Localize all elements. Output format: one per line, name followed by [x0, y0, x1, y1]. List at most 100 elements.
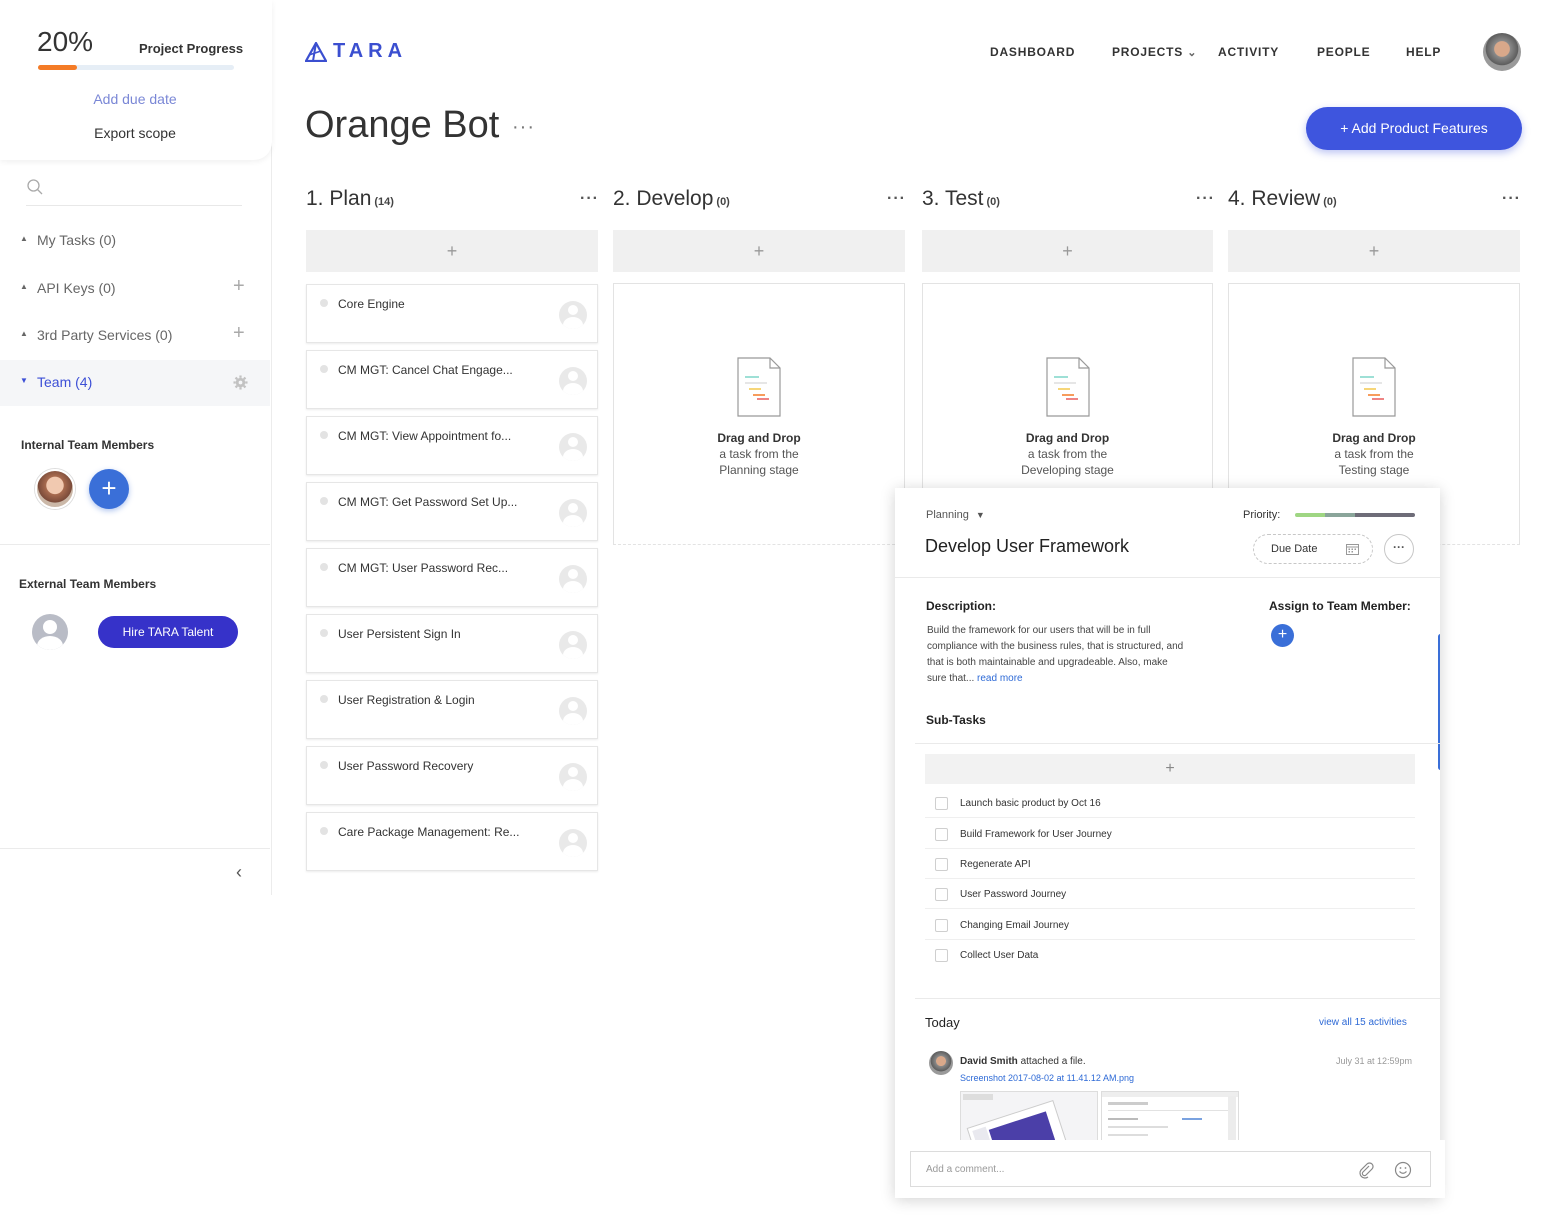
assign-member-button[interactable]: + — [1271, 624, 1294, 647]
task-card[interactable]: User Persistent Sign In — [306, 614, 598, 673]
caret-down-icon: ▼ — [975, 510, 985, 520]
column-menu-button[interactable]: ··· — [1196, 190, 1215, 208]
sidebar-item-team[interactable]: ▼ Team (4) — [0, 360, 270, 406]
task-card[interactable]: CM MGT: Cancel Chat Engage... — [306, 350, 598, 409]
add-task-plan-button[interactable]: + — [306, 230, 598, 272]
column-count: (0) — [986, 196, 1000, 208]
due-date-button[interactable]: Due Date — [1253, 534, 1373, 564]
assignee-avatar[interactable] — [559, 697, 587, 725]
collapse-triangle-icon: ▼ — [20, 376, 28, 385]
sidebar-item-label: API Keys (0) — [37, 280, 116, 296]
sidebar-item-label: Team (4) — [37, 374, 93, 390]
subtask-checkbox[interactable] — [935, 919, 948, 932]
add-service-button[interactable]: + — [233, 322, 245, 345]
expand-triangle-icon: ▲ — [20, 282, 28, 291]
tara-logo[interactable]: TARA — [305, 40, 407, 63]
team-member-avatar[interactable] — [35, 469, 75, 509]
activity-user[interactable]: David Smith — [960, 1056, 1018, 1067]
comment-input[interactable]: Add a comment... — [910, 1151, 1431, 1187]
task-title[interactable]: Develop User Framework — [925, 536, 1129, 557]
user-avatar[interactable] — [1483, 33, 1521, 71]
column-header-plan: 1. Plan (14) — [306, 187, 394, 211]
add-due-date-link[interactable]: Add due date — [0, 91, 270, 107]
assignee-avatar[interactable] — [559, 433, 587, 461]
sidebar-item-my-tasks[interactable]: ▲ My Tasks (0) — [0, 218, 270, 264]
subtask-row[interactable]: Build Framework for User Journey — [925, 819, 1415, 849]
task-card[interactable]: CM MGT: View Appointment fo... — [306, 416, 598, 475]
task-card[interactable]: Core Engine — [306, 284, 598, 343]
external-member-avatar[interactable] — [32, 614, 68, 650]
assignee-avatar[interactable] — [559, 301, 587, 329]
subtask-checkbox[interactable] — [935, 949, 948, 962]
project-menu-button[interactable]: ··· — [512, 116, 535, 139]
assignee-avatar[interactable] — [559, 829, 587, 857]
nav-help[interactable]: HELP — [1406, 45, 1441, 59]
task-card[interactable]: User Registration & Login — [306, 680, 598, 739]
activity-user-avatar[interactable] — [929, 1051, 953, 1075]
task-card[interactable]: User Password Recovery — [306, 746, 598, 805]
assignee-avatar[interactable] — [559, 499, 587, 527]
sidebar-item-api-keys[interactable]: ▲ API Keys (0) + — [0, 266, 270, 312]
hire-tara-talent-button[interactable]: Hire TARA Talent — [98, 616, 238, 648]
attachment-thumbnail[interactable] — [960, 1091, 1098, 1147]
attachment-link[interactable]: Screenshot 2017-08-02 at 11.41.12 AM.png — [960, 1073, 1134, 1083]
task-card-title: CM MGT: View Appointment fo... — [338, 429, 512, 443]
column-menu-button[interactable]: ··· — [580, 190, 599, 208]
add-task-review-button[interactable]: + — [1228, 230, 1520, 272]
nav-dashboard[interactable]: DASHBOARD — [990, 45, 1075, 59]
subtask-row[interactable]: Launch basic product by Oct 16 — [925, 788, 1415, 818]
attachment-preview-image — [961, 1092, 1097, 1146]
sidebar-search-input[interactable] — [26, 178, 242, 206]
subtask-checkbox[interactable] — [935, 797, 948, 810]
tara-logo-icon — [305, 41, 327, 62]
task-card[interactable]: CM MGT: User Password Rec... — [306, 548, 598, 607]
priority-bar[interactable] — [1295, 513, 1415, 517]
subtask-checkbox[interactable] — [935, 888, 948, 901]
nav-projects[interactable]: PROJECTS ⌄ — [1112, 45, 1197, 59]
sidebar-item-third-party-services[interactable]: ▲ 3rd Party Services (0) + — [0, 313, 270, 359]
add-task-test-button[interactable]: + — [922, 230, 1213, 272]
panel-scrollbar[interactable] — [1438, 634, 1440, 770]
sidebar-item-label: My Tasks (0) — [37, 232, 117, 248]
stage-dropdown[interactable]: Planning ▼ — [926, 509, 985, 521]
nav-activity[interactable]: ACTIVITY — [1218, 45, 1279, 59]
subtask-row[interactable]: Collect User Data — [925, 940, 1415, 970]
subtask-checkbox[interactable] — [935, 828, 948, 841]
status-dot — [320, 497, 328, 505]
paperclip-icon[interactable] — [1357, 1161, 1375, 1179]
divider — [0, 848, 270, 849]
add-product-features-button[interactable]: + Add Product Features — [1306, 107, 1522, 150]
sidebar: 20% Project Progress Add due date Export… — [0, 0, 272, 895]
divider — [915, 743, 1440, 744]
collapse-sidebar-icon[interactable]: ‹ — [236, 862, 242, 883]
emoji-icon[interactable] — [1394, 1161, 1412, 1179]
task-card[interactable]: CM MGT: Get Password Set Up... — [306, 482, 598, 541]
add-api-key-button[interactable]: + — [233, 275, 245, 298]
assignee-avatar[interactable] — [559, 565, 587, 593]
add-team-member-button[interactable]: + — [89, 469, 129, 509]
subtask-row[interactable]: User Password Journey — [925, 879, 1415, 909]
calendar-icon — [1346, 544, 1359, 555]
assignee-avatar[interactable] — [559, 631, 587, 659]
column-menu-button[interactable]: ··· — [887, 190, 906, 208]
assignee-avatar[interactable] — [559, 763, 587, 791]
gear-icon[interactable] — [233, 375, 248, 390]
attachment-thumbnail[interactable] — [1101, 1091, 1239, 1147]
subtask-row[interactable]: Changing Email Journey — [925, 910, 1415, 940]
dropzone-develop[interactable]: Drag and Drop a task from the Planning sta… — [613, 283, 905, 545]
column-title: 1. Plan — [306, 187, 372, 210]
column-menu-button[interactable]: ··· — [1502, 190, 1521, 208]
task-card[interactable]: Care Package Management: Re... — [306, 812, 598, 871]
view-all-activities-link[interactable]: view all 15 activities — [1319, 1017, 1407, 1028]
subtask-checkbox[interactable] — [935, 858, 948, 871]
nav-people[interactable]: PEOPLE — [1317, 45, 1370, 59]
task-more-button[interactable]: ··· — [1384, 534, 1414, 564]
assignee-avatar[interactable] — [559, 367, 587, 395]
subtask-row[interactable]: Regenerate API — [925, 849, 1415, 879]
project-progress-panel: 20% Project Progress Add due date Export… — [0, 0, 272, 160]
add-subtask-button[interactable]: + — [925, 754, 1415, 784]
add-task-develop-button[interactable]: + — [613, 230, 905, 272]
read-more-link[interactable]: read more — [977, 673, 1023, 684]
status-dot — [320, 695, 328, 703]
export-scope-link[interactable]: Export scope — [0, 125, 270, 141]
